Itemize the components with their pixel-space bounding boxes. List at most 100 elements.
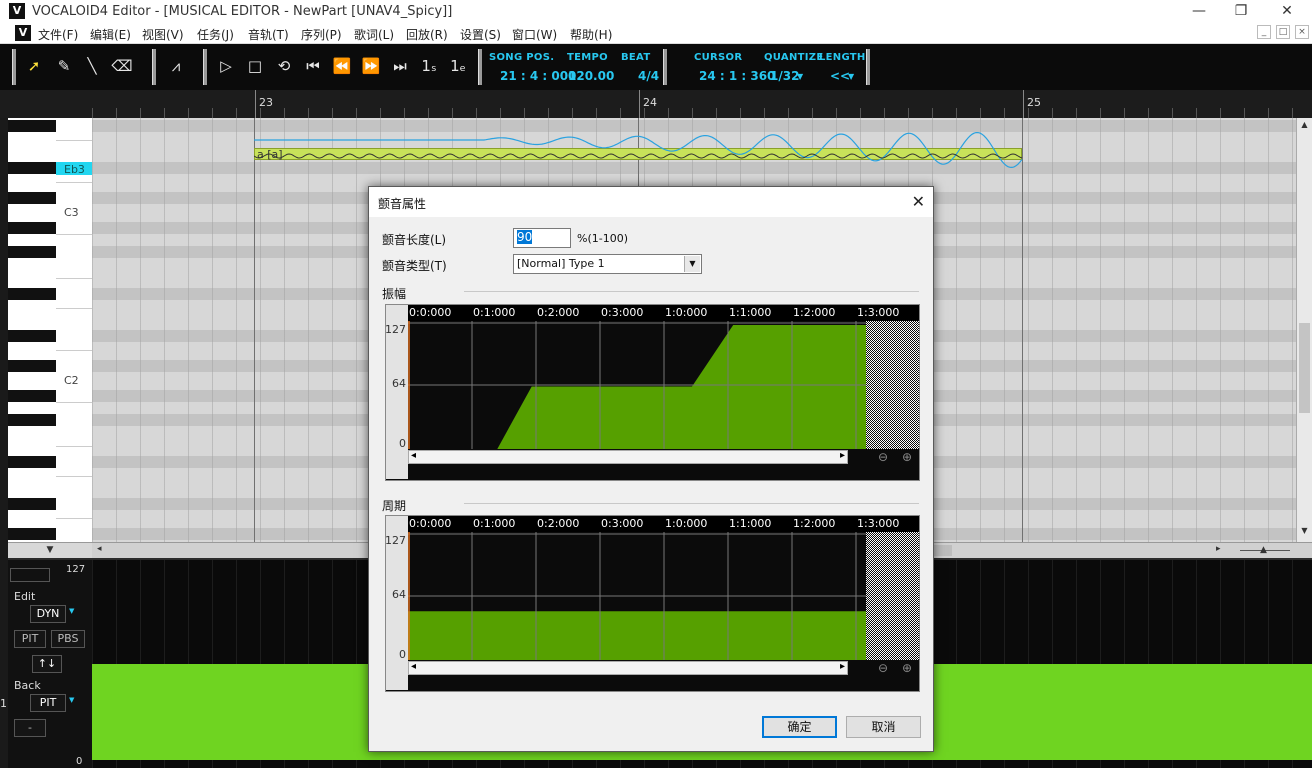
scroll-up-icon[interactable]: ▲	[1298, 120, 1311, 132]
black-key[interactable]	[8, 498, 56, 510]
envelope-fill[interactable]	[408, 611, 866, 660]
vertical-scrollbar[interactable]: ▲ ▼	[1296, 118, 1312, 542]
ok-button[interactable]: 确定	[762, 716, 837, 738]
dash-button[interactable]: -	[14, 719, 46, 737]
black-key[interactable]	[8, 120, 56, 132]
quantize-value[interactable]: 1/32	[770, 69, 799, 83]
arrow-tool-icon[interactable]: ➚	[22, 54, 46, 78]
scroll-right-icon[interactable]: ▸	[1216, 544, 1221, 554]
vibrato-properties-dialog: 颤音属性 ✕ 颤音长度(L) 90 %(1-100) 颤音类型(T) [Norm…	[368, 186, 934, 752]
pencil-tool-icon[interactable]: ✎	[52, 54, 76, 78]
fast-forward-icon[interactable]: ⏩	[359, 54, 383, 78]
zoom-in-icon[interactable]: ⊕	[899, 661, 915, 675]
cancel-button[interactable]: 取消	[846, 716, 921, 738]
go-start-icon[interactable]: ⏮	[301, 54, 325, 78]
zoom-out-icon[interactable]: ⊖	[875, 661, 891, 675]
key-divider	[56, 402, 92, 403]
loop-end-icon[interactable]: 1ₑ	[446, 54, 470, 78]
black-key[interactable]	[8, 528, 56, 540]
zoom-slider-thumb-icon[interactable]: ▲	[1260, 545, 1267, 555]
menu-item[interactable]: 音轨(T)	[248, 26, 289, 43]
close-icon[interactable]: ✕	[1264, 0, 1310, 22]
amplitude-envelope-editor[interactable]: 0:0:000 0:1:000 0:2:000 0:3:000 1:0:000 1:1:0…	[385, 304, 920, 481]
timeline-ruler[interactable]: 23 24 25	[0, 90, 1312, 118]
toolbar-grip[interactable]	[866, 49, 870, 85]
toolbar-grip[interactable]	[152, 49, 156, 85]
edit-select[interactable]: DYN	[30, 605, 66, 623]
scroll-right-icon[interactable]: ▸	[840, 450, 845, 461]
envelope-plot[interactable]	[408, 321, 919, 449]
keyboard-dropdown-icon[interactable]: ▼	[8, 542, 92, 558]
envelope-plot[interactable]	[408, 532, 919, 660]
black-key[interactable]	[8, 246, 56, 258]
mdi-close-icon[interactable]: ×	[1295, 25, 1309, 39]
black-key[interactable]	[8, 360, 56, 372]
scroll-right-icon[interactable]: ▸	[840, 661, 845, 672]
black-key[interactable]	[8, 414, 56, 426]
menu-item[interactable]: 编辑(E)	[90, 26, 131, 43]
menu-item[interactable]: 帮助(H)	[570, 26, 612, 43]
arrows-toggle[interactable]: ↑↓	[32, 655, 62, 673]
pbs-button[interactable]: PBS	[51, 630, 85, 648]
dialog-close-icon[interactable]: ✕	[912, 192, 925, 211]
chevron-down-icon[interactable]: ▼	[684, 256, 700, 272]
zoom-out-icon[interactable]: ⊖	[875, 450, 891, 464]
rewind-icon[interactable]: ⏪	[330, 54, 354, 78]
menu-item[interactable]: 任务(J)	[197, 26, 234, 43]
black-key[interactable]	[8, 162, 56, 174]
quantize-dropdown-icon[interactable]: ▼	[797, 72, 803, 81]
dialog-title: 颤音属性	[378, 197, 427, 211]
period-envelope-editor[interactable]: 0:0:000 0:1:000 0:2:000 0:3:000 1:0:000 1:1:0…	[385, 515, 920, 692]
back-select[interactable]: PIT	[30, 694, 66, 712]
black-key[interactable]	[8, 192, 56, 204]
edit-dropdown-icon[interactable]: ▼	[69, 607, 74, 615]
mdi-restore-icon[interactable]: □	[1276, 25, 1290, 39]
mdi-minimize-icon[interactable]: _	[1257, 25, 1271, 39]
loop-start-icon[interactable]: 1ₛ	[417, 54, 441, 78]
black-key[interactable]	[8, 456, 56, 468]
scroll-thumb[interactable]	[1299, 323, 1310, 413]
black-key[interactable]	[8, 222, 56, 234]
beat-value[interactable]: 4/4	[638, 69, 659, 83]
toolbar-grip[interactable]	[663, 49, 667, 85]
restore-icon[interactable]: ❐	[1218, 0, 1264, 22]
menu-item[interactable]: 回放(R)	[406, 26, 448, 43]
back-label: Back	[14, 679, 41, 692]
length-dropdown-icon[interactable]: ▼	[848, 72, 854, 81]
zoom-in-icon[interactable]: ⊕	[899, 450, 915, 464]
play-icon[interactable]: ▷	[214, 54, 238, 78]
black-key[interactable]	[8, 330, 56, 342]
scroll-left-icon[interactable]: ◂	[97, 544, 102, 554]
menu-item[interactable]: 序列(P)	[301, 26, 342, 43]
toolbar-grip[interactable]	[203, 49, 207, 85]
menu-item[interactable]: 歌词(L)	[354, 26, 394, 43]
menu-item[interactable]: 窗口(W)	[512, 26, 557, 43]
vibrato-type-select[interactable]: [Normal] Type 1 ▼	[513, 254, 702, 274]
menu-item[interactable]: 视图(V)	[142, 26, 184, 43]
loop-icon[interactable]: ⟲	[272, 54, 296, 78]
go-end-icon[interactable]: ⏭	[388, 54, 412, 78]
vibrato-tool-icon[interactable]: ⩘	[164, 54, 188, 78]
envelope-hscroll[interactable]: ◂ ▸	[408, 661, 848, 675]
pit-button[interactable]: PIT	[14, 630, 46, 648]
back-dropdown-icon[interactable]: ▼	[69, 696, 74, 704]
vibrato-length-input[interactable]: 90	[513, 228, 571, 248]
scroll-left-icon[interactable]: ◂	[411, 450, 416, 461]
scroll-down-icon[interactable]: ▼	[1298, 526, 1311, 538]
envelope-hscroll[interactable]: ◂ ▸	[408, 450, 848, 464]
edit-label: Edit	[14, 590, 36, 603]
toolbar-grip[interactable]	[12, 49, 16, 85]
black-key[interactable]	[8, 390, 56, 402]
menu-item[interactable]: 设置(S)	[460, 26, 501, 43]
stop-icon[interactable]: □	[243, 54, 267, 78]
toolbar-grip[interactable]	[478, 49, 482, 85]
menu-item[interactable]: 文件(F)	[38, 26, 78, 43]
song-pos-value[interactable]: 21 : 4 : 000	[500, 69, 576, 83]
line-tool-icon[interactable]: ╲	[80, 54, 104, 78]
eraser-tool-icon[interactable]: ⌫	[110, 54, 134, 78]
scroll-left-icon[interactable]: ◂	[411, 661, 416, 672]
minimize-icon[interactable]: —	[1176, 0, 1222, 22]
piano-keyboard[interactable]: Eb3 C3 C2	[8, 118, 92, 542]
tempo-value[interactable]: 120.00	[568, 69, 614, 83]
black-key[interactable]	[8, 288, 56, 300]
